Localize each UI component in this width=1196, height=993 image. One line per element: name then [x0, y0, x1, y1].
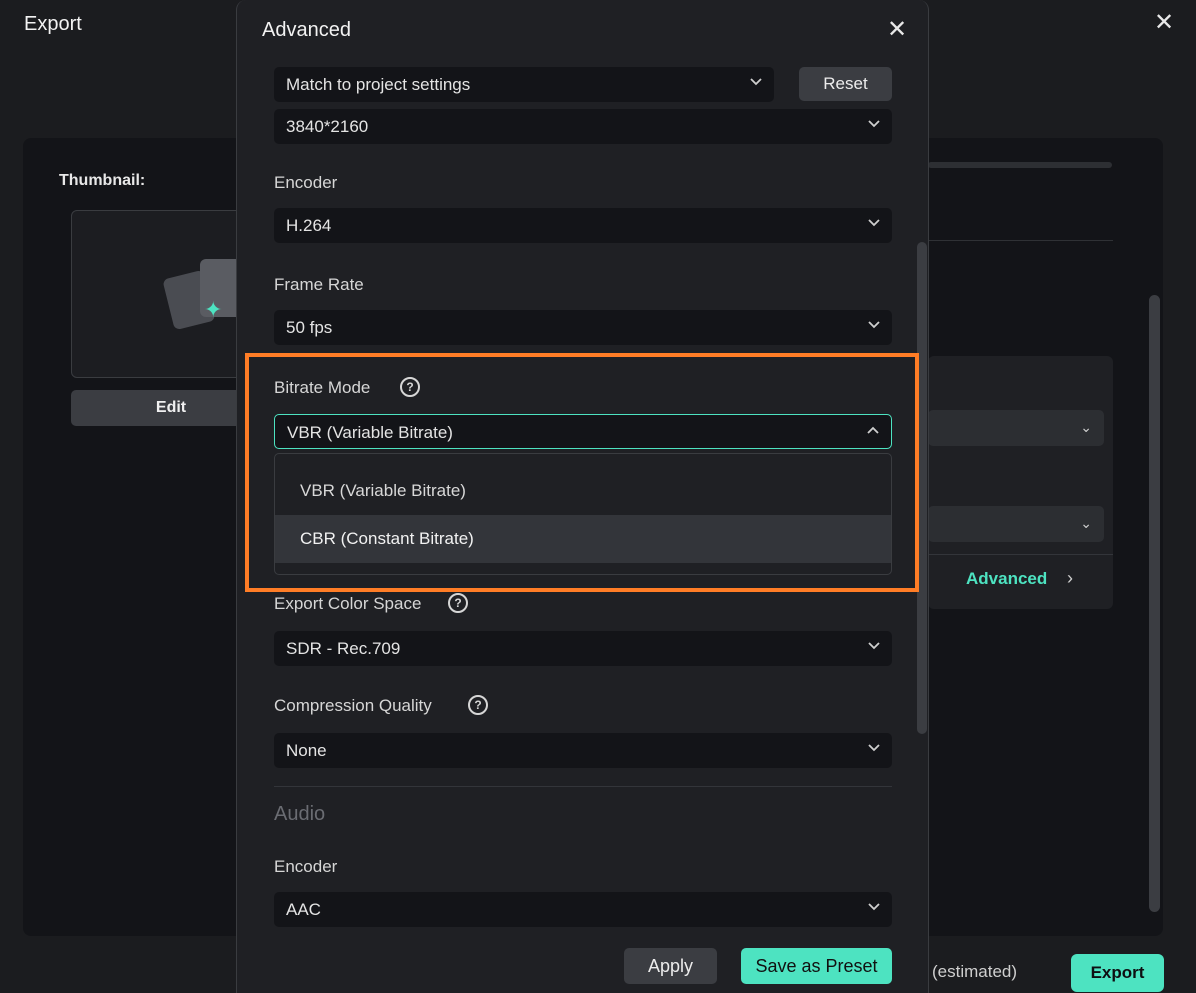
chevron-down-icon — [866, 738, 882, 758]
chevron-down-icon — [866, 897, 882, 917]
color-space-select[interactable]: SDR - Rec.709 — [274, 631, 892, 666]
compression-select[interactable]: None — [274, 733, 892, 768]
color-space-value: SDR - Rec.709 — [286, 639, 401, 658]
chevron-down-icon — [866, 114, 882, 134]
chevron-down-icon: ⌄ — [1080, 419, 1092, 435]
frame-rate-select[interactable]: 50 fps — [274, 310, 892, 345]
estimated-size-text: (estimated) — [932, 962, 1018, 981]
background-dropdown-1[interactable]: ⌄ — [928, 410, 1104, 446]
audio-encoder-label: Encoder — [274, 857, 338, 876]
resolution-select[interactable]: 3840*2160 — [274, 109, 892, 144]
chevron-down-icon — [748, 72, 764, 92]
bitrate-mode-label: Bitrate Mode — [274, 378, 371, 397]
chevron-down-icon — [866, 636, 882, 656]
bitrate-mode-select[interactable]: VBR (Variable Bitrate) — [274, 414, 892, 449]
preset-select-value: Match to project settings — [286, 75, 471, 94]
help-icon[interactable]: ? — [400, 377, 420, 397]
save-as-preset-button[interactable]: Save as Preset — [741, 948, 892, 984]
close-icon[interactable]: ✕ — [884, 17, 910, 43]
audio-encoder-select[interactable]: AAC — [274, 892, 892, 927]
resolution-value: 3840*2160 — [286, 117, 369, 136]
help-icon[interactable]: ? — [468, 695, 488, 715]
background-dropdown-2[interactable]: ⌄ — [928, 506, 1104, 542]
chevron-right-icon: › — [1067, 568, 1073, 588]
advanced-link[interactable]: Advanced — [966, 569, 1047, 589]
chevron-down-icon: ⌄ — [1080, 515, 1092, 531]
background-progress-line — [928, 162, 1112, 168]
dialog-scrollbar[interactable] — [917, 242, 927, 734]
thumbnail-label: Thumbnail: — [59, 172, 146, 189]
menu-item-vbr[interactable]: VBR (Variable Bitrate) — [275, 467, 891, 515]
chevron-up-icon — [865, 420, 881, 440]
help-icon[interactable]: ? — [448, 593, 468, 613]
background-divider — [928, 240, 1113, 241]
color-space-label: Export Color Space — [274, 594, 422, 613]
chevron-down-icon — [866, 315, 882, 335]
export-window-title: Export — [24, 13, 82, 35]
sparkle-icon: ✦ — [204, 297, 223, 322]
export-button[interactable]: Export — [1071, 954, 1164, 992]
frame-rate-label: Frame Rate — [274, 275, 364, 294]
bitrate-mode-value: VBR (Variable Bitrate) — [287, 423, 453, 442]
chevron-down-icon — [866, 213, 882, 233]
encoder-label: Encoder — [274, 173, 338, 192]
compression-value: None — [286, 741, 327, 760]
audio-encoder-value: AAC — [286, 900, 321, 919]
bitrate-mode-menu: VBR (Variable Bitrate) CBR (Constant Bit… — [274, 453, 892, 575]
settings-divider — [928, 554, 1113, 555]
advanced-dialog: Advanced ✕ Match to project settings Res… — [236, 0, 929, 993]
export-scrollbar[interactable] — [1149, 295, 1160, 912]
section-divider — [274, 786, 892, 787]
encoder-value: H.264 — [286, 216, 332, 235]
compression-label: Compression Quality — [274, 696, 432, 715]
dialog-title: Advanced — [262, 19, 351, 41]
preset-select[interactable]: Match to project settings — [274, 67, 774, 102]
export-close-icon[interactable]: ✕ — [1151, 10, 1177, 36]
apply-button[interactable]: Apply — [624, 948, 717, 984]
reset-button[interactable]: Reset — [799, 67, 892, 101]
frame-rate-value: 50 fps — [286, 318, 333, 337]
encoder-select[interactable]: H.264 — [274, 208, 892, 243]
audio-section-label: Audio — [274, 803, 326, 825]
menu-item-cbr[interactable]: CBR (Constant Bitrate) — [275, 515, 891, 563]
